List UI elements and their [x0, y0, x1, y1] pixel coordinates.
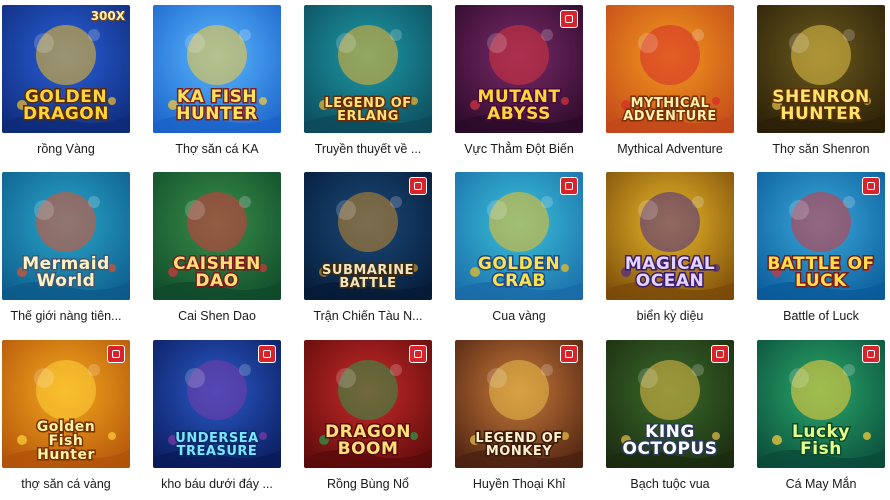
game-thumbnail[interactable]: MAGICAL OCEAN [606, 172, 734, 300]
game-logo-text: LEGEND OF ERLANG [323, 96, 413, 125]
game-caption[interactable]: Thợ săn Shenron [746, 142, 890, 156]
game-caption[interactable]: Vực Thẳm Đột Biến [444, 142, 594, 156]
game-thumbnail[interactable]: Golden Fish Hunter [2, 340, 130, 468]
game-caption[interactable]: Huyền Thoại Khỉ [444, 477, 594, 491]
game-logo-text: KA FISH HUNTER [175, 87, 259, 124]
game-card-17[interactable]: KING OCTOPUS Bạch tuộc vua [606, 340, 734, 491]
game-logo-text: LEGEND OF MONKEY [474, 431, 564, 460]
provider-logo-icon [862, 345, 880, 363]
provider-logo-icon [560, 177, 578, 195]
game-thumbnail[interactable]: KING OCTOPUS [606, 340, 734, 468]
game-card-2[interactable]: KA FISH HUNTER Thợ săn cá KA [153, 5, 281, 156]
game-thumbnail[interactable]: BATTLE OF LUCK [757, 172, 885, 300]
game-caption[interactable]: Rồng Bùng Nổ [293, 477, 443, 491]
provider-logo-icon [862, 177, 880, 195]
game-card-8[interactable]: CAISHEN DAO Cai Shen Dao [153, 172, 281, 323]
game-card-13[interactable]: Golden Fish Hunter thợ săn cá vàng [2, 340, 130, 491]
game-thumbnail[interactable]: GOLDEN DRAGON 300X [2, 5, 130, 133]
game-logo-text: UNDERSEA TREASURE [174, 431, 260, 460]
game-card-18[interactable]: Lucky Fish Cá May Mắn [757, 340, 885, 491]
provider-logo-icon [409, 345, 427, 363]
game-logo-text: GOLDEN CRAB [476, 254, 561, 291]
game-logo-text: MAGICAL OCEAN [623, 254, 716, 291]
game-logo-text: CAISHEN DAO [172, 254, 262, 291]
game-caption[interactable]: biển kỳ diệu [595, 309, 745, 323]
game-logo-text: Lucky Fish [791, 422, 851, 459]
game-thumbnail[interactable]: MUTANT ABYSS [455, 5, 583, 133]
game-logo-text: Golden Fish Hunter [35, 419, 96, 464]
game-caption[interactable]: Cua vàng [444, 309, 594, 323]
game-caption[interactable]: Thế giới nàng tiên... [0, 309, 141, 323]
multiplier-badge: 300X [90, 9, 125, 23]
game-thumbnail[interactable]: MYTHICAL ADVENTURE [606, 5, 734, 133]
game-card-6[interactable]: SHENRON HUNTER Thợ săn Shenron [757, 5, 885, 156]
game-card-4[interactable]: MUTANT ABYSS Vực Thẳm Đột Biến [455, 5, 583, 156]
provider-logo-icon [560, 345, 578, 363]
game-card-15[interactable]: DRAGON BOOM Rồng Bùng Nổ [304, 340, 432, 491]
game-thumbnail[interactable]: Lucky Fish [757, 340, 885, 468]
provider-logo-icon [711, 345, 729, 363]
game-caption[interactable]: Trận Chiến Tàu N... [293, 309, 443, 323]
game-card-10[interactable]: GOLDEN CRAB Cua vàng [455, 172, 583, 323]
provider-logo-icon [258, 345, 276, 363]
game-caption[interactable]: Bạch tuộc vua [595, 477, 745, 491]
game-logo-text: GOLDEN DRAGON [22, 87, 111, 124]
game-caption[interactable]: Thợ săn cá KA [142, 142, 292, 156]
game-card-3[interactable]: LEGEND OF ERLANG Truyền thuyết về ... [304, 5, 432, 156]
game-logo-text: SUBMARINE BATTLE [321, 263, 415, 292]
provider-logo-icon [409, 177, 427, 195]
game-card-12[interactable]: BATTLE OF LUCK Battle of Luck [757, 172, 885, 323]
game-thumbnail[interactable]: LEGEND OF MONKEY [455, 340, 583, 468]
game-logo-text: Mermaid World [21, 254, 111, 291]
provider-logo-icon [107, 345, 125, 363]
game-card-16[interactable]: LEGEND OF MONKEY Huyền Thoại Khỉ [455, 340, 583, 491]
game-card-5[interactable]: MYTHICAL ADVENTURE Mythical Adventure [606, 5, 734, 156]
game-logo-text: SHENRON HUNTER [771, 87, 871, 124]
game-caption[interactable]: Truyền thuyết về ... [293, 142, 443, 156]
game-caption[interactable]: rồng Vàng [0, 142, 141, 156]
game-card-1[interactable]: GOLDEN DRAGON 300X rồng Vàng [2, 5, 130, 156]
game-thumbnail[interactable]: KA FISH HUNTER [153, 5, 281, 133]
game-thumbnail[interactable]: CAISHEN DAO [153, 172, 281, 300]
game-card-7[interactable]: Mermaid World Thế giới nàng tiên... [2, 172, 130, 323]
provider-logo-icon [560, 10, 578, 28]
game-thumbnail[interactable]: Mermaid World [2, 172, 130, 300]
game-caption[interactable]: Mythical Adventure [595, 142, 745, 156]
game-thumbnail[interactable]: LEGEND OF ERLANG [304, 5, 432, 133]
game-grid: GOLDEN DRAGON 300X rồng Vàng KA FISH HUNTER… [0, 0, 890, 500]
game-logo-text: DRAGON BOOM [324, 422, 413, 459]
game-thumbnail[interactable]: SHENRON HUNTER [757, 5, 885, 133]
game-thumbnail[interactable]: SUBMARINE BATTLE [304, 172, 432, 300]
game-thumbnail[interactable]: UNDERSEA TREASURE [153, 340, 281, 468]
game-card-11[interactable]: MAGICAL OCEAN biển kỳ diệu [606, 172, 734, 323]
game-caption[interactable]: thợ săn cá vàng [0, 477, 141, 491]
game-caption[interactable]: Cá May Mắn [746, 477, 890, 491]
game-logo-text: MUTANT ABYSS [476, 87, 561, 124]
game-caption[interactable]: Cai Shen Dao [142, 309, 292, 323]
game-thumbnail[interactable]: GOLDEN CRAB [455, 172, 583, 300]
game-thumbnail[interactable]: DRAGON BOOM [304, 340, 432, 468]
game-card-14[interactable]: UNDERSEA TREASURE kho báu dưới đáy ... [153, 340, 281, 491]
game-caption[interactable]: kho báu dưới đáy ... [142, 477, 292, 491]
game-caption[interactable]: Battle of Luck [746, 309, 890, 323]
game-logo-text: MYTHICAL ADVENTURE [622, 96, 718, 125]
game-logo-text: KING OCTOPUS [621, 422, 718, 459]
game-logo-text: BATTLE OF LUCK [766, 254, 876, 291]
game-card-9[interactable]: SUBMARINE BATTLE Trận Chiến Tàu N... [304, 172, 432, 323]
